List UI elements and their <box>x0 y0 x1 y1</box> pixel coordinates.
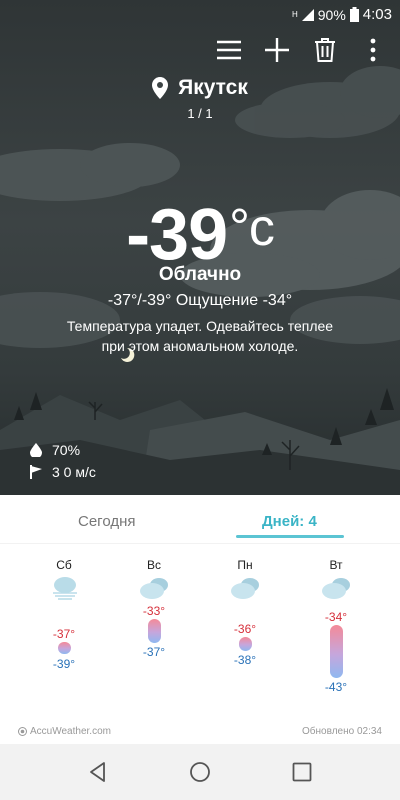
toolbar <box>216 36 386 64</box>
delete-button[interactable] <box>312 36 338 64</box>
active-tab-indicator <box>236 535 344 538</box>
wind-row: 3 0 м/с <box>30 464 96 480</box>
high-temp: -37° <box>52 627 76 641</box>
cloudy-icon <box>231 578 259 599</box>
back-icon[interactable] <box>86 760 110 784</box>
tab-today[interactable]: Сегодня <box>78 513 136 530</box>
forecast-tabs: Сегодня Дней: 4 <box>0 495 400 543</box>
weather-advice: Температура упадет. Одевайтесь теплее пр… <box>66 318 334 354</box>
add-location-button[interactable] <box>264 36 290 64</box>
fog-icon <box>53 577 77 600</box>
menu-icon <box>217 40 241 60</box>
forecast-day[interactable]: Вс -33° -37° <box>119 544 189 719</box>
temperature-value: -39 <box>126 195 228 275</box>
low-temp: -37° <box>142 645 166 659</box>
cloudy-icon <box>140 578 168 599</box>
wind-flag-icon <box>30 465 42 479</box>
temperature-range: -37°/-39° Ощущение -34° <box>107 292 293 309</box>
temp-range-bar <box>148 619 161 643</box>
humidity-drop-icon <box>30 443 42 457</box>
current-temperature: -39°c <box>0 188 400 275</box>
battery-percent: 90% <box>317 6 346 23</box>
page-indicator: 1 / 1 <box>187 106 213 121</box>
forecast-day[interactable]: Вт -34° -43° <box>301 544 371 719</box>
low-temp: -43° <box>324 680 348 694</box>
updated-time: Обновлено 02:34 <box>302 726 382 737</box>
low-temp: -38° <box>233 653 257 667</box>
humidity-row: 70% <box>30 442 80 458</box>
cloudy-icon <box>322 578 350 599</box>
recent-apps-icon[interactable] <box>290 760 314 784</box>
high-temp: -33° <box>142 604 166 618</box>
home-icon[interactable] <box>188 760 212 784</box>
forecast-day[interactable]: Пн -36° -38° <box>210 544 280 719</box>
wind-value: 3 0 м/с <box>52 464 96 480</box>
more-options-button[interactable] <box>360 36 386 64</box>
trash-icon <box>315 38 335 62</box>
weather-hero: H 90% 4:03 Якутск 1 / 1 -39°c Облачно -3… <box>0 0 400 495</box>
temp-range-bar <box>330 625 343 678</box>
more-icon <box>370 38 376 62</box>
temp-range-bar <box>58 642 71 654</box>
status-bar: H 90% 4:03 <box>0 0 400 28</box>
battery-icon <box>349 7 359 22</box>
low-temp: -39° <box>52 657 76 671</box>
location-header: Якутск 1 / 1 <box>0 76 400 121</box>
add-icon <box>265 38 289 62</box>
menu-button[interactable] <box>216 36 242 64</box>
location-pin-icon <box>152 77 169 99</box>
day-name: Сб <box>56 558 72 572</box>
network-icon: H <box>291 10 298 19</box>
city-name[interactable]: Якутск <box>178 76 248 100</box>
day-name: Вс <box>146 558 161 572</box>
accuweather-logo-icon <box>18 727 27 736</box>
temperature-unit: °c <box>229 199 275 257</box>
brand-label: AccuWeather.com <box>30 726 111 737</box>
humidity-value: 70% <box>52 442 81 458</box>
status-time: 4:03 <box>362 6 392 23</box>
tab-days[interactable]: Дней: 4 <box>262 513 317 530</box>
temp-range-bar <box>239 637 252 651</box>
high-temp: -36° <box>233 622 257 636</box>
weather-condition: Облачно <box>158 264 242 285</box>
day-name: Пн <box>237 558 253 572</box>
high-temp: -34° <box>324 610 348 624</box>
signal-icon <box>301 8 314 21</box>
forecast-footer: AccuWeather.com Обновлено 02:34 <box>0 719 400 744</box>
forecast-day[interactable]: Сб -37° -39° <box>29 544 99 719</box>
navigation-bar <box>0 744 400 800</box>
day-name: Вт <box>329 558 343 572</box>
accuweather-link[interactable]: AccuWeather.com <box>18 726 111 737</box>
daily-forecast: Сб -37° -39° Вс -33° -37° Пн -36° -38° В… <box>0 544 400 719</box>
